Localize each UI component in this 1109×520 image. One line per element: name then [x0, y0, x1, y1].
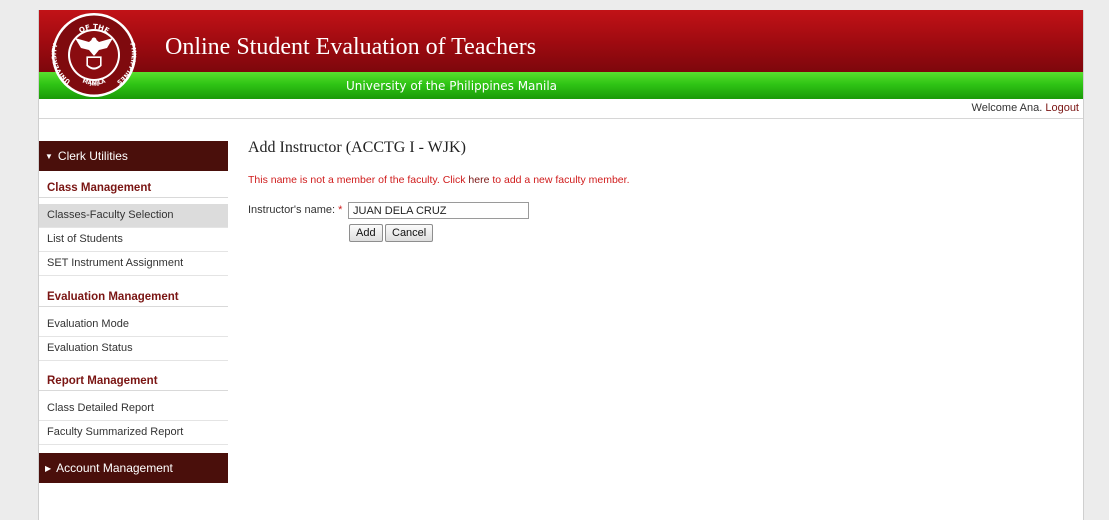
- sidebar-item-class-detailed-report[interactable]: Class Detailed Report: [39, 397, 228, 421]
- sidebar-group-report-management: Report Management: [39, 373, 228, 391]
- chevron-down-icon: ▼: [45, 151, 53, 161]
- up-seal-logo: OF THE UNIVERSITY PHILIPPINES MANILA 190…: [51, 13, 137, 97]
- sidebar-group-class-management: Class Management: [39, 180, 228, 198]
- sidebar-section-label: Account Management: [56, 461, 173, 475]
- header-green-band: [39, 72, 1083, 99]
- sidebar-section-clerk-utilities[interactable]: ▼ Clerk Utilities: [39, 141, 228, 171]
- sidebar-group-evaluation-management: Evaluation Management: [39, 289, 228, 307]
- site-title: Online Student Evaluation of Teachers: [165, 34, 537, 60]
- add-button[interactable]: Add: [349, 224, 383, 242]
- sidebar-item-set-instrument-assignment[interactable]: SET Instrument Assignment: [39, 252, 228, 276]
- sidebar-item-list-of-students[interactable]: List of Students: [39, 228, 228, 252]
- add-faculty-link[interactable]: here: [468, 174, 489, 186]
- logout-link[interactable]: Logout: [1045, 102, 1079, 114]
- sidebar-item-evaluation-status[interactable]: Evaluation Status: [39, 337, 228, 361]
- svg-text:1908: 1908: [89, 82, 100, 87]
- site-subtitle: University of the Philippines Manila: [346, 79, 558, 93]
- sidebar-item-faculty-summarized-report[interactable]: Faculty Summarized Report: [39, 421, 228, 445]
- instructor-name-label: Instructor's name: *: [248, 204, 342, 216]
- sidebar-section-account-management[interactable]: ▶ Account Management: [39, 453, 228, 483]
- page-frame: OF THE UNIVERSITY PHILIPPINES MANILA 190…: [38, 10, 1084, 520]
- welcome-text: Welcome Ana.: [971, 102, 1043, 114]
- sidebar-item-classes-faculty-selection[interactable]: Classes-Faculty Selection: [39, 204, 228, 228]
- instructor-name-input[interactable]: [348, 202, 529, 219]
- user-bar: Welcome Ana. Logout: [39, 99, 1083, 119]
- notice-text-prefix: This name is not a member of the faculty…: [248, 174, 469, 186]
- page-title: Add Instructor (ACCTG I - WJK): [248, 139, 466, 156]
- notice-text-suffix: to add a new faculty member.: [489, 174, 630, 186]
- welcome-area: Welcome Ana. Logout: [972, 102, 1079, 114]
- field-label-text: Instructor's name:: [248, 204, 336, 216]
- sidebar-section-label: Clerk Utilities: [57, 149, 128, 163]
- cancel-button[interactable]: Cancel: [385, 224, 434, 242]
- required-marker: *: [338, 204, 343, 216]
- error-notice: This name is not a member of the faculty…: [248, 174, 629, 186]
- chevron-right-icon: ▶: [45, 463, 52, 473]
- sidebar-item-evaluation-mode[interactable]: Evaluation Mode: [39, 313, 228, 337]
